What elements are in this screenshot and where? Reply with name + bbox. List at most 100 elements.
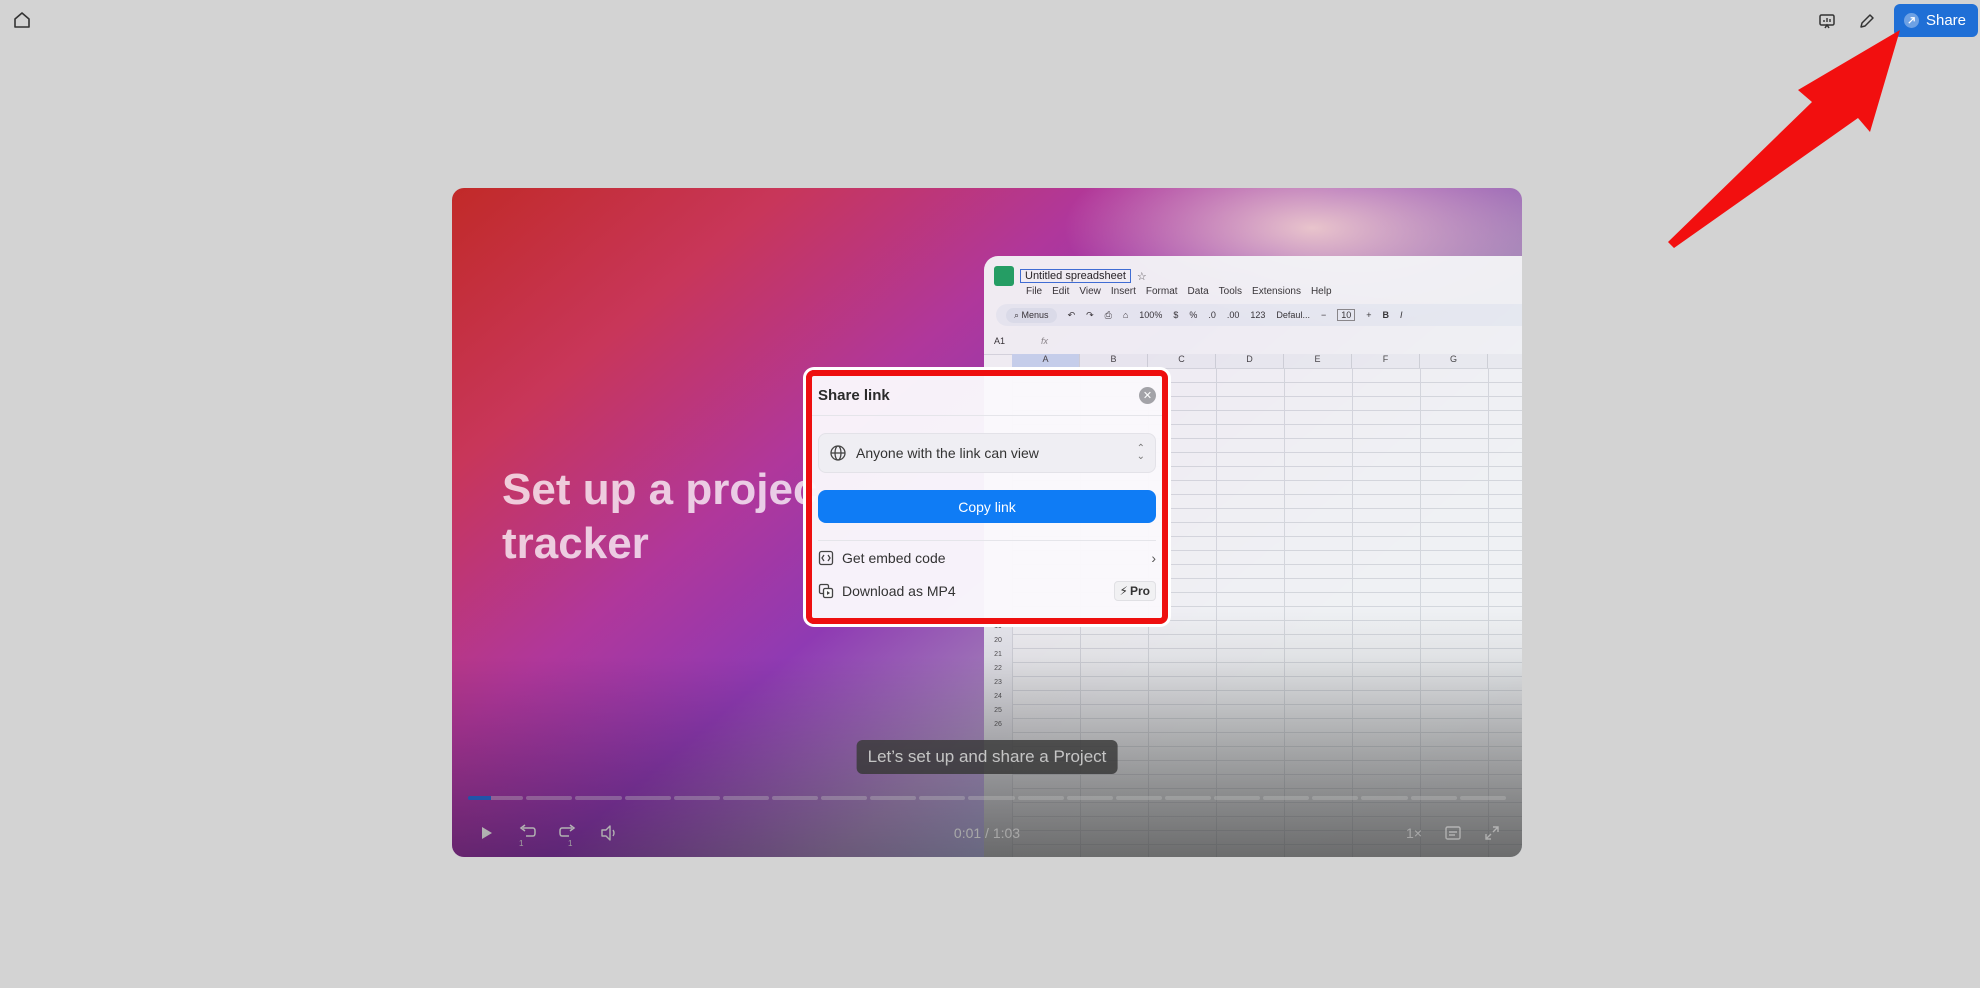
playback-speed-button[interactable]: 1× [1406, 825, 1422, 841]
sheet-currency: $ [1173, 310, 1179, 320]
sheet-font-plus: + [1366, 310, 1372, 320]
captions-icon [1445, 826, 1461, 840]
progress-segment[interactable] [1017, 796, 1064, 800]
progress-segment[interactable] [673, 796, 720, 800]
sheet-menu-item: Extensions [1252, 286, 1301, 297]
captions-button[interactable] [1444, 825, 1462, 841]
share-button[interactable]: Share [1893, 4, 1978, 37]
progress-segment[interactable] [1312, 796, 1359, 800]
chevron-updown-icon: ⌃ ⌄ [1136, 443, 1145, 462]
progress-segment[interactable] [1066, 796, 1113, 800]
sheet-bold: B [1382, 310, 1390, 320]
paint-format-icon: ⌂ [1122, 310, 1129, 320]
close-icon: ✕ [1142, 390, 1153, 402]
sheet-italic: I [1400, 310, 1403, 320]
progress-segment[interactable] [1214, 796, 1261, 800]
sheet-column-header: E [1284, 354, 1352, 368]
progress-segment[interactable] [821, 796, 868, 800]
progress-segment[interactable] [1115, 796, 1162, 800]
progress-segment[interactable] [1410, 796, 1457, 800]
sheet-column-header: A [1012, 354, 1080, 368]
close-button[interactable]: ✕ [1139, 387, 1156, 404]
progress-segment[interactable] [919, 796, 966, 800]
redo-icon: ↷ [1086, 309, 1094, 320]
sheet-dec-plus: .00 [1226, 310, 1240, 320]
headline-line-2: tracker [502, 519, 649, 568]
globe-icon [830, 445, 846, 461]
progress-segment[interactable] [624, 796, 671, 800]
sheet-column-header: B [1080, 354, 1148, 368]
home-button[interactable] [10, 8, 34, 32]
headline-line-1: Set up a projec [502, 465, 818, 514]
sheet-menu-item: Data [1187, 286, 1209, 297]
share-avatar-icon [1903, 13, 1919, 28]
progress-segment[interactable] [968, 796, 1015, 800]
download-mp4-row[interactable]: Download as MP4 ⚡ Pro [818, 574, 1156, 607]
skip-back-seconds: 1 [519, 839, 524, 848]
sheet-column-header: G [1420, 354, 1488, 368]
timecode: 0:01 / 1:03 [954, 825, 1020, 841]
copy-link-button[interactable]: Copy link [818, 490, 1156, 523]
sheet-search: ⌕ Menus [1006, 307, 1057, 323]
presentation-button[interactable] [1814, 8, 1840, 34]
skip-forward-button[interactable]: 1 [556, 821, 580, 848]
progress-segment[interactable] [526, 796, 573, 800]
home-icon [14, 12, 30, 28]
presentation-icon [1819, 13, 1835, 28]
sheet-menu-item: Insert [1110, 286, 1136, 297]
sheet-formula-bar: A1 fx [994, 336, 1048, 346]
sheet-menu-item: Edit [1052, 286, 1070, 297]
progress-segment[interactable] [771, 796, 819, 800]
access-label: Anyone with the link can view [856, 445, 1039, 461]
embed-icon [818, 550, 834, 565]
download-mp4-label: Download as MP4 [842, 582, 956, 599]
sheet-menu-item: Tools [1218, 286, 1243, 297]
progress-segment[interactable] [1263, 796, 1310, 800]
video-caption: Let’s set up and share a Project [856, 740, 1118, 774]
progress-segment[interactable] [1361, 796, 1408, 800]
access-select[interactable]: Anyone with the link can view ⌃ ⌄ [818, 433, 1156, 473]
skip-back-button[interactable]: 1 [515, 821, 539, 848]
player-controls: 1 1 0:01 / 1:03 1× [474, 818, 1500, 848]
sheet-menu-item: File [1026, 286, 1043, 297]
video-headline: Set up a projec tracker [502, 463, 822, 571]
chevron-right-icon: › [1151, 549, 1156, 566]
progress-segment[interactable] [1459, 796, 1506, 800]
top-toolbar: Share [1814, 4, 1978, 37]
progress-bar[interactable] [468, 796, 1506, 800]
fullscreen-button[interactable] [1484, 825, 1500, 841]
dialog-title: Share link [818, 387, 890, 404]
sheet-menu-item: Format [1145, 286, 1178, 297]
lightning-icon: ⚡ [1119, 583, 1128, 598]
sheet-fx: fx [1041, 336, 1049, 346]
volume-button[interactable] [597, 821, 621, 845]
edit-button[interactable] [1854, 8, 1880, 34]
progress-segment[interactable] [870, 796, 917, 800]
embed-code-label: Get embed code [842, 549, 946, 566]
sheet-titlebar: Untitled spreadsheet ☆ [994, 266, 1147, 286]
progress-segment-current[interactable] [468, 796, 524, 800]
time-separator: / [981, 825, 993, 841]
play-icon [482, 827, 492, 839]
sheet-column-header: D [1216, 354, 1284, 368]
play-button[interactable] [474, 821, 498, 845]
sheet-dec-minus: .0 [1208, 310, 1216, 320]
progress-segment[interactable] [575, 796, 622, 800]
sheet-menu-item: Help [1310, 286, 1332, 297]
progress-segment[interactable] [1164, 796, 1212, 800]
sheet-cell-ref: A1 [994, 336, 1006, 346]
sheet-font-size: 10 [1337, 309, 1356, 321]
sheet-menubar: File Edit View Insert Format Data Tools … [1026, 286, 1332, 297]
pro-label: Pro [1129, 583, 1150, 598]
pencil-icon [1860, 13, 1874, 28]
sheets-logo-icon [994, 266, 1014, 286]
sheet-zoom: 100% [1139, 310, 1163, 320]
current-time: 0:01 [953, 825, 982, 841]
embed-code-row[interactable]: Get embed code › [818, 541, 1156, 574]
sheet-percent: % [1189, 310, 1198, 320]
volume-icon [601, 825, 615, 841]
fullscreen-icon [1485, 826, 1499, 840]
skip-forward-seconds: 1 [568, 839, 573, 848]
progress-segment[interactable] [722, 796, 769, 800]
pro-badge: ⚡ Pro [1113, 580, 1156, 601]
